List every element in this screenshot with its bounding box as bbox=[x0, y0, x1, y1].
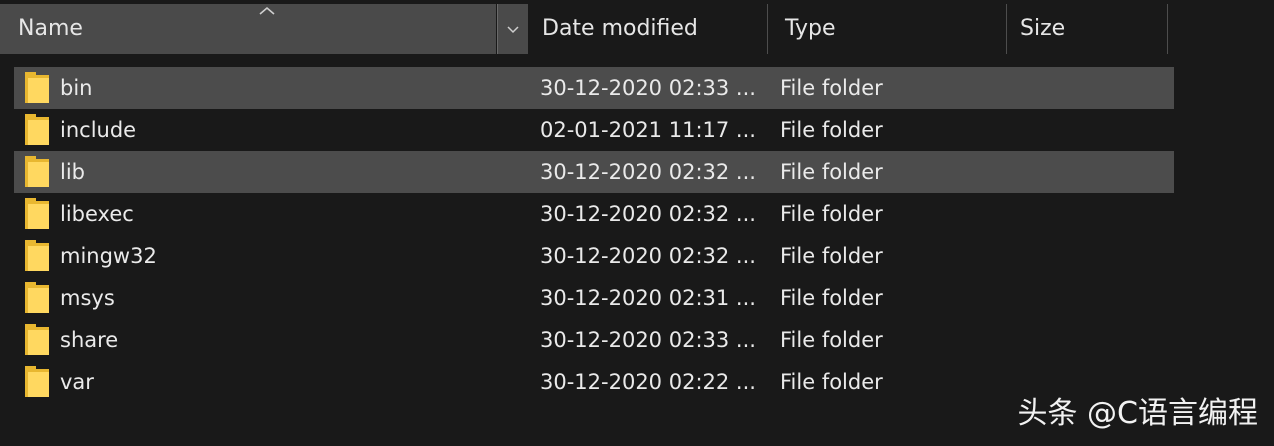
folder-icon bbox=[25, 240, 49, 271]
column-header-name-label: Name bbox=[18, 16, 83, 41]
folder-icon bbox=[25, 72, 49, 103]
file-date-modified: 02-01-2021 11:17 ... bbox=[540, 118, 756, 142]
file-row[interactable]: lib 30-12-2020 02:32 ... File folder bbox=[14, 151, 1174, 193]
column-header-date-modified[interactable]: Date modified bbox=[524, 4, 767, 54]
file-name: bin bbox=[60, 76, 93, 100]
file-date-modified: 30-12-2020 02:33 ... bbox=[540, 76, 756, 100]
file-row[interactable]: bin 30-12-2020 02:33 ... File folder bbox=[14, 67, 1174, 109]
file-name: var bbox=[60, 370, 94, 394]
file-date-modified: 30-12-2020 02:32 ... bbox=[540, 244, 756, 268]
file-type: File folder bbox=[780, 160, 883, 184]
folder-icon bbox=[25, 156, 49, 187]
column-header-name[interactable]: Name bbox=[0, 4, 496, 54]
file-name: mingw32 bbox=[60, 244, 157, 268]
file-row[interactable]: include 02-01-2021 11:17 ... File folder bbox=[14, 109, 1174, 151]
file-row[interactable]: share 30-12-2020 02:33 ... File folder bbox=[14, 319, 1174, 361]
file-type: File folder bbox=[780, 286, 883, 310]
file-row[interactable]: var 30-12-2020 02:22 ... File folder bbox=[14, 361, 1174, 403]
file-list: bin 30-12-2020 02:33 ... File folder inc… bbox=[0, 67, 1274, 403]
folder-icon bbox=[25, 366, 49, 397]
file-type: File folder bbox=[780, 370, 883, 394]
file-date-modified: 30-12-2020 02:33 ... bbox=[540, 328, 756, 352]
folder-icon bbox=[25, 324, 49, 355]
file-type: File folder bbox=[780, 118, 883, 142]
file-row[interactable]: mingw32 30-12-2020 02:32 ... File folder bbox=[14, 235, 1174, 277]
file-date-modified: 30-12-2020 02:31 ... bbox=[540, 286, 756, 310]
column-header-date-label: Date modified bbox=[542, 16, 698, 41]
sort-ascending-icon bbox=[259, 6, 275, 15]
file-name: libexec bbox=[60, 202, 134, 226]
file-date-modified: 30-12-2020 02:32 ... bbox=[540, 202, 756, 226]
column-header-size[interactable]: Size bbox=[1007, 4, 1167, 54]
file-type: File folder bbox=[780, 328, 883, 352]
column-header-size-label: Size bbox=[1020, 16, 1066, 41]
file-row[interactable]: libexec 30-12-2020 02:32 ... File folder bbox=[14, 193, 1174, 235]
file-type: File folder bbox=[780, 202, 883, 226]
column-header-bar: Name Date modified Type Size bbox=[0, 0, 1274, 58]
folder-icon bbox=[25, 282, 49, 313]
file-name: share bbox=[60, 328, 119, 352]
column-header-type[interactable]: Type bbox=[767, 4, 1007, 54]
file-type: File folder bbox=[780, 76, 883, 100]
folder-icon bbox=[25, 114, 49, 145]
file-name: include bbox=[60, 118, 137, 142]
file-type: File folder bbox=[780, 244, 883, 268]
file-date-modified: 30-12-2020 02:32 ... bbox=[540, 160, 756, 184]
file-row[interactable]: msys 30-12-2020 02:31 ... File folder bbox=[14, 277, 1174, 319]
watermark: 头条 @C语言编程 bbox=[1017, 396, 1258, 431]
column-header-type-label: Type bbox=[785, 16, 836, 41]
folder-icon bbox=[25, 198, 49, 229]
file-name: lib bbox=[60, 160, 85, 184]
file-date-modified: 30-12-2020 02:22 ... bbox=[540, 370, 756, 394]
chevron-down-icon bbox=[507, 26, 519, 34]
column-divider[interactable] bbox=[1167, 4, 1168, 54]
file-name: msys bbox=[60, 286, 115, 310]
